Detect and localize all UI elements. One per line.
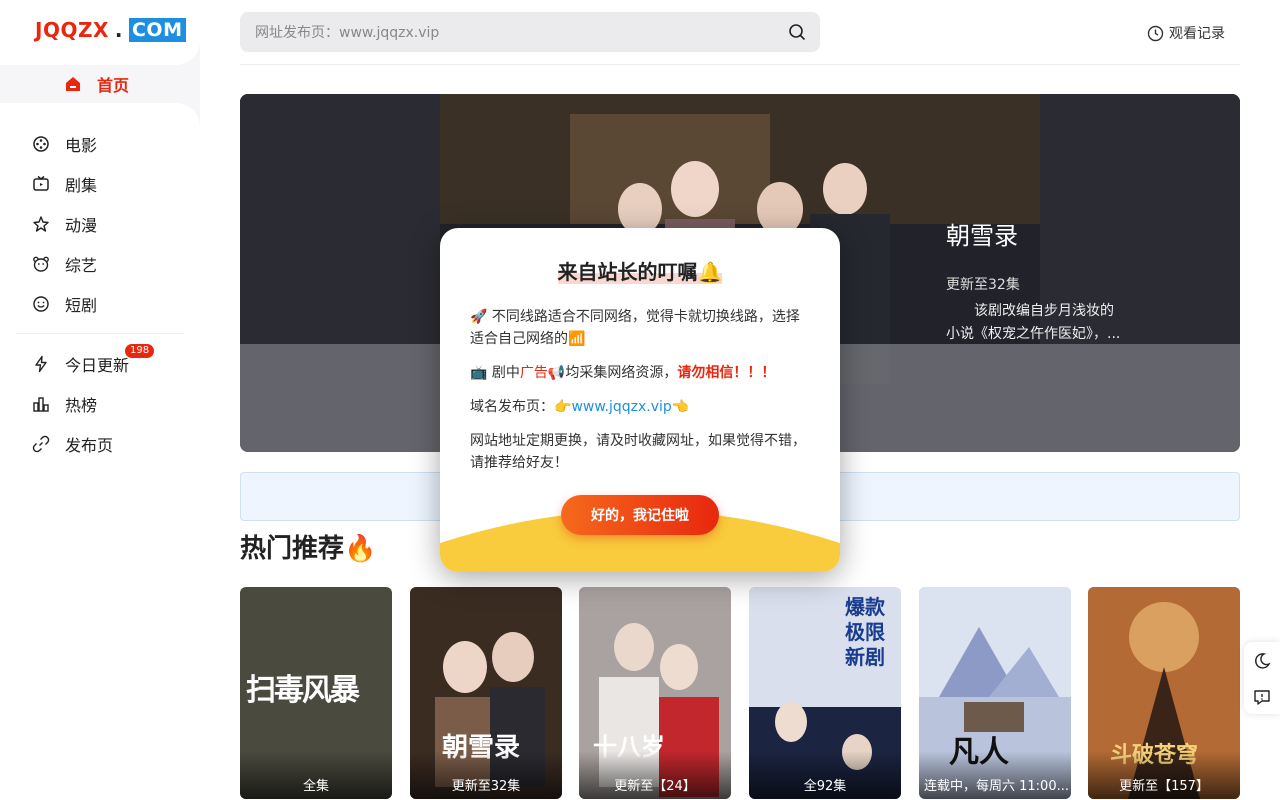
feedback-icon[interactable] xyxy=(1253,688,1271,706)
modal-title: 来自站长的叮嘱🔔 xyxy=(440,256,840,285)
banner-status: 更新至32集 xyxy=(946,277,1020,293)
sidebar-item-label: 热榜 xyxy=(65,396,98,415)
sidebar-item-today-updates[interactable]: 今日更新 xyxy=(32,352,129,376)
movie-card[interactable]: 扫毒风暴 全集 xyxy=(240,587,392,799)
movie-card[interactable]: 凡人 连载中，每周六 11:00... xyxy=(919,587,1071,799)
header-divider xyxy=(240,64,1240,65)
recommendation-list: 扫毒风暴 全集 朝雪录 更新至32集 十八岁 更新至【24】 爆款极限新剧 全9… xyxy=(240,587,1240,799)
card-caption: 全集 xyxy=(240,751,392,799)
ad-highlight: 广告📢 xyxy=(519,365,566,381)
site-logo[interactable]: JQQZX . COM xyxy=(35,18,186,42)
sidebar-item-publish-page[interactable]: 发布页 xyxy=(32,432,113,456)
notice-modal: 来自站长的叮嘱🔔 🚀 不同线路适合不同网络，觉得卡就切换线路，选择适合自己网络的… xyxy=(440,228,840,572)
sidebar: JQQZX . COM 首页 电影 剧集 动漫 综艺 短剧 今日更新 198 热… xyxy=(0,0,200,800)
sidebar-item-anime[interactable]: 动漫 xyxy=(32,212,97,236)
link-icon xyxy=(32,435,50,453)
sidebar-item-hot-list[interactable]: 热榜 xyxy=(32,392,97,416)
floating-toolbar xyxy=(1244,642,1280,714)
watch-history-button[interactable]: 观看记录 xyxy=(1147,23,1225,43)
modal-text: 域名发布页：👉 xyxy=(470,399,572,415)
modal-text: 均采集网络资源， xyxy=(565,365,678,381)
bar-chart-icon xyxy=(32,395,50,413)
modal-line-bookmark: 网站地址定期更换，请及时收藏网址，如果觉得不错，请推荐给好友！ xyxy=(470,433,806,471)
logo-com: COM xyxy=(128,18,186,42)
search-input[interactable]: 网址发布页：www.jqqzx.vip xyxy=(240,12,820,52)
tv-icon xyxy=(32,175,50,193)
sidebar-item-label: 动漫 xyxy=(65,216,98,235)
logo-dot: . xyxy=(114,18,123,42)
movie-card[interactable]: 斗破苍穹 更新至【157】 xyxy=(1088,587,1240,799)
sidebar-item-variety[interactable]: 综艺 xyxy=(32,252,97,276)
star-icon xyxy=(32,215,50,233)
card-caption: 更新至【157】 xyxy=(1088,751,1240,799)
publish-page-link[interactable]: www.jqqzx.vip xyxy=(571,399,671,415)
modal-line-ads: 📺 剧中广告📢均采集网络资源，请勿相信！！！ xyxy=(470,362,812,384)
poster-title: 扫毒风暴 xyxy=(246,673,360,708)
section-title: 热门推荐🔥 xyxy=(240,534,377,564)
sidebar-item-label: 今日更新 xyxy=(65,356,130,375)
search-icon[interactable] xyxy=(788,23,806,45)
banner-title: 朝雪录 xyxy=(946,222,1018,250)
film-reel-icon xyxy=(32,135,50,153)
modal-body: 🚀 不同线路适合不同网络，觉得卡就切换线路，选择适合自己网络的📶 📺 剧中广告📢… xyxy=(470,306,812,486)
update-count-badge: 198 xyxy=(125,344,155,358)
smiley-icon xyxy=(32,295,50,313)
lightning-icon xyxy=(32,355,50,373)
modal-text: 📺 剧中 xyxy=(470,365,520,381)
movie-card[interactable]: 朝雪录 更新至32集 xyxy=(410,587,562,799)
sidebar-item-label: 综艺 xyxy=(65,256,98,275)
card-caption: 更新至32集 xyxy=(410,751,562,799)
sidebar-item-label: 短剧 xyxy=(65,296,98,315)
watch-history-label: 观看记录 xyxy=(1169,26,1225,42)
sidebar-item-label: 剧集 xyxy=(65,176,98,195)
card-caption: 连载中，每周六 11:00... xyxy=(919,751,1071,799)
confirm-button[interactable]: 好的，我记住啦 xyxy=(561,495,719,535)
movie-card[interactable]: 爆款极限新剧 全92集 xyxy=(749,587,901,799)
poster-title: 爆款极限新剧 xyxy=(845,595,885,669)
sidebar-item-label: 发布页 xyxy=(65,436,114,455)
home-icon xyxy=(64,75,82,93)
bear-face-icon xyxy=(32,255,50,273)
modal-text: 👈 xyxy=(671,399,690,415)
modal-line-routes: 🚀 不同线路适合不同网络，觉得卡就切换线路，选择适合自己网络的📶 xyxy=(470,309,800,347)
clock-icon xyxy=(1147,25,1164,41)
sidebar-item-home[interactable]: 首页 xyxy=(32,72,232,96)
sidebar-item-label: 电影 xyxy=(65,136,98,155)
logo-area: JQQZX . COM xyxy=(0,0,200,65)
warning-text: 请勿相信！！！ xyxy=(677,365,776,381)
moon-icon[interactable] xyxy=(1253,652,1271,670)
movie-card[interactable]: 十八岁 更新至【24】 xyxy=(579,587,731,799)
sidebar-item-movies[interactable]: 电影 xyxy=(32,132,97,156)
modal-line-domain: 域名发布页：👉www.jqqzx.vip👈 xyxy=(470,396,812,418)
sidebar-item-label: 首页 xyxy=(97,76,130,95)
banner-description: 该剧改编自步月浅妆的小说《权宠之仵作医妃》，... xyxy=(946,303,1121,342)
card-caption: 更新至【24】 xyxy=(579,751,731,799)
sidebar-item-series[interactable]: 剧集 xyxy=(32,172,97,196)
modal-title-text: 来自站长的叮嘱🔔 xyxy=(557,260,723,284)
sidebar-item-shorts[interactable]: 短剧 xyxy=(32,292,97,316)
card-caption: 全92集 xyxy=(749,751,901,799)
sidebar-divider xyxy=(16,333,184,334)
logo-text: JQQZX xyxy=(35,18,109,42)
search-placeholder: 网址发布页：www.jqqzx.vip xyxy=(255,25,440,41)
